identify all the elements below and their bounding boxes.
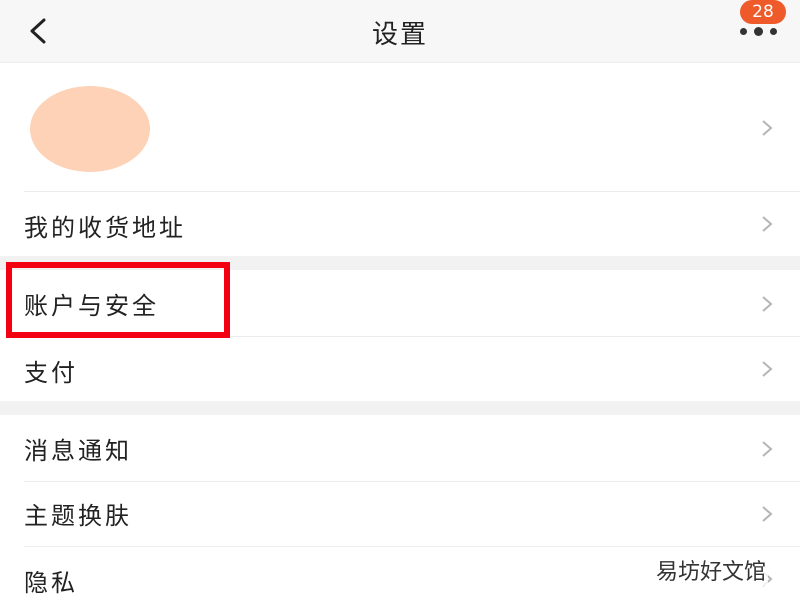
chevron-right-icon [762,296,773,312]
settings-item-label: 消息通知 [24,437,132,465]
more-dots-icon [754,27,763,36]
settings-item-payment[interactable]: 支付 [0,337,800,401]
top-bar: 设置 28 [0,0,800,63]
avatar [30,86,150,172]
section-gap [0,401,800,415]
settings-item-notifications[interactable]: 消息通知 [0,415,800,481]
notification-badge: 28 [740,0,786,24]
settings-item-address[interactable]: 我的收货地址 [0,192,800,256]
watermark: 易坊好文馆 [654,554,769,586]
chevron-right-icon [762,216,773,232]
chevron-right-icon [762,506,773,522]
chevron-right-icon [762,441,773,457]
more-button[interactable] [734,22,780,42]
more-dots-icon [770,28,777,35]
section-gap [0,256,800,270]
chevron-right-icon [762,361,773,377]
settings-item-label: 主题换肤 [24,502,132,530]
settings-item-label: 我的收货地址 [24,214,186,242]
chevron-right-icon [762,120,773,136]
more-dots-icon [740,28,747,35]
settings-item-theme[interactable]: 主题换肤 [0,482,800,546]
settings-item-label: 支付 [24,359,78,387]
settings-item-label: 隐私 [24,569,78,597]
page-title: 设置 [371,20,428,50]
settings-item-label: 账户与安全 [24,292,159,320]
settings-item-account-security[interactable]: 账户与安全 [0,270,800,336]
